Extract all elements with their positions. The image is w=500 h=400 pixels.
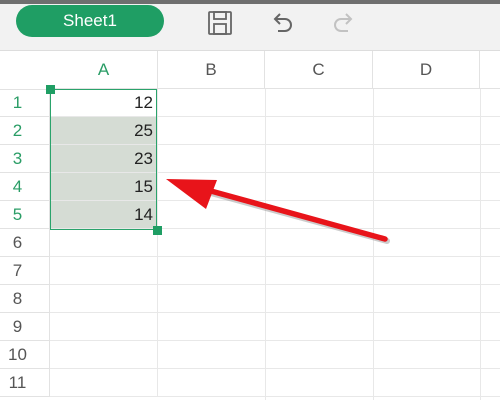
selection-handle-bottom-right[interactable] — [153, 226, 162, 235]
selection-handle-top-left[interactable] — [46, 85, 55, 94]
grid-lines — [158, 89, 500, 400]
sheet-tab-label: Sheet1 — [63, 11, 117, 30]
save-icon[interactable] — [206, 9, 234, 37]
undo-icon[interactable] — [268, 9, 296, 37]
sheet-tab[interactable]: Sheet1 — [16, 5, 164, 37]
toolbar: Sheet1 — [0, 4, 500, 51]
redo-icon[interactable] — [330, 9, 358, 37]
spreadsheet-grid: A B C D 1 2 3 4 5 6 7 8 9 10 11 12 25 23… — [0, 51, 500, 400]
